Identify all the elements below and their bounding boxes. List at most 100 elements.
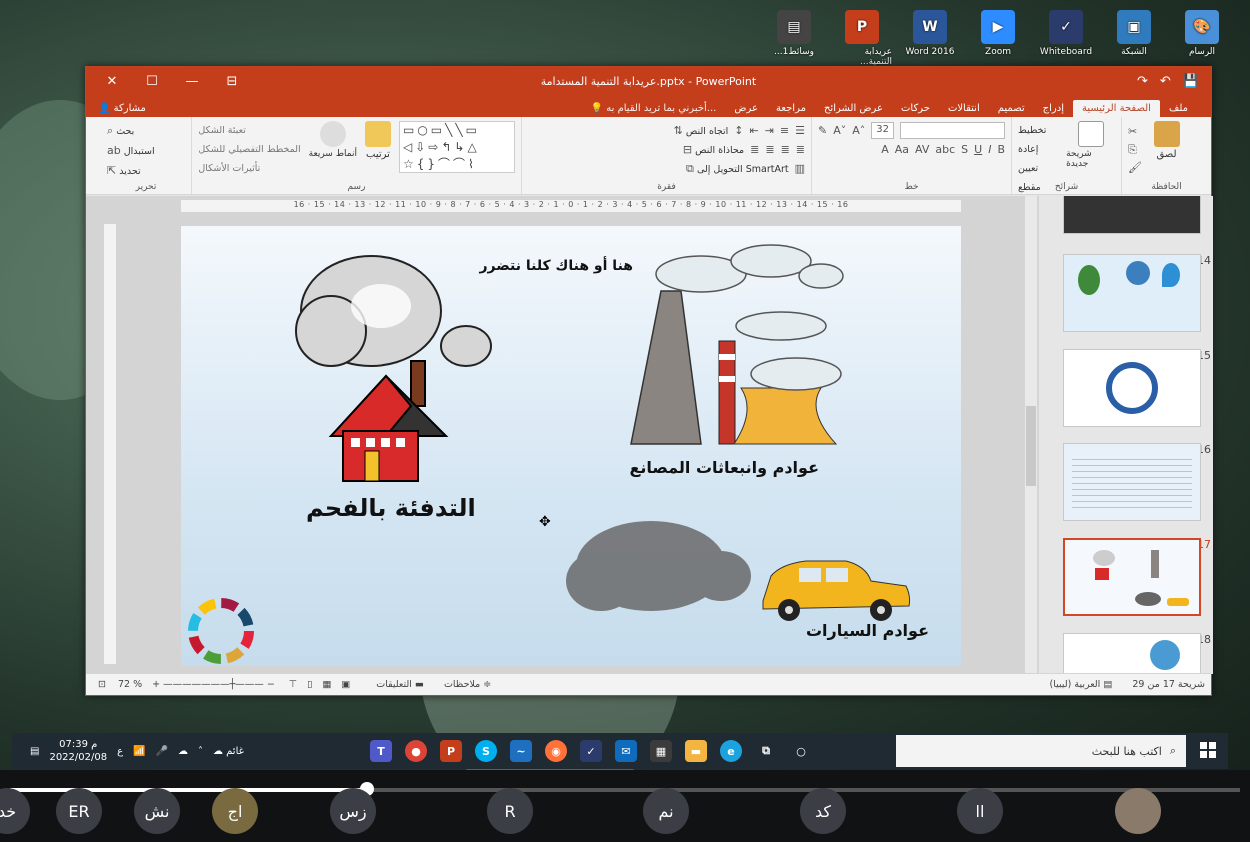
shrink-font-icon[interactable]: A˅ — [833, 124, 846, 137]
shape-effects-button[interactable]: تأثيرات الأشكال — [198, 159, 300, 178]
desktop-icon[interactable]: ✓ Whiteboard — [1036, 10, 1096, 67]
scrollbar-thumb[interactable] — [1026, 406, 1036, 486]
cut-icon[interactable]: ✂ — [1128, 125, 1137, 138]
text-direction-button[interactable]: ⇅ اتجاه النص — [674, 124, 729, 137]
skype-icon[interactable]: S — [475, 740, 497, 762]
whiteboard-app-icon[interactable]: ✓ — [580, 740, 602, 762]
mail-icon[interactable]: ✉ — [615, 740, 637, 762]
close-button[interactable]: ✕ — [92, 67, 132, 95]
current-slide[interactable]: هنا أو هناك كلنا نتضرر عوادم وانبعاثات ا… — [181, 226, 961, 666]
char-spacing-icon[interactable]: AV — [915, 143, 929, 156]
onedrive-icon[interactable]: ☁ — [178, 746, 188, 757]
desktop-icon[interactable]: ▤ وسائط1... — [764, 10, 824, 67]
clock[interactable]: 07:39 م 2022/02/08 — [49, 738, 107, 764]
cortana-icon[interactable]: ○ — [790, 740, 812, 762]
desktop-icon[interactable]: P عريدابة التنمية... — [832, 10, 892, 67]
minimize-button[interactable]: — — [172, 67, 212, 95]
taskbar-search[interactable]: ⌕ اكتب هنا للبحث — [896, 735, 1186, 767]
edge-icon[interactable]: e — [720, 740, 742, 762]
align-right-icon[interactable]: ≣ — [796, 143, 805, 156]
font-size-box[interactable]: 32 — [871, 122, 895, 139]
whiteboard-icon[interactable]: ~ — [510, 740, 532, 762]
tab-home[interactable]: الصفحة الرئيسية — [1072, 100, 1160, 117]
align-center-icon[interactable]: ≣ — [781, 143, 790, 156]
reading-view-icon[interactable]: ▯ — [307, 679, 322, 690]
tab-transitions[interactable]: انتقالات — [939, 100, 989, 117]
powerpoint-icon[interactable]: P — [440, 740, 462, 762]
bullets-icon[interactable]: ☰ — [795, 124, 805, 137]
desktop-icon[interactable]: ▶ Zoom — [968, 10, 1028, 67]
tab-file[interactable]: ملف — [1160, 100, 1197, 117]
tab-animations[interactable]: حركات — [892, 100, 939, 117]
slideshow-view-icon[interactable]: ⊤ — [289, 679, 307, 690]
language-indicator[interactable]: العربية (ليبيا) ▤ — [1050, 679, 1113, 690]
tab-design[interactable]: تصميم — [989, 100, 1034, 117]
firefox-icon[interactable]: ◉ — [545, 740, 567, 762]
thumbnail-13[interactable] — [1063, 196, 1201, 234]
redo-button[interactable]: ↷ — [1137, 74, 1148, 89]
thumbnail-15[interactable] — [1063, 349, 1201, 427]
slide-scrollbar[interactable] — [1025, 196, 1037, 674]
tab-review[interactable]: مراجعة — [767, 100, 815, 117]
align-text-button[interactable]: ⊟ محاذاة النص — [683, 143, 744, 156]
share-button[interactable]: 👤 مشاركة — [98, 103, 146, 114]
layout-button[interactable]: تخطيط — [1018, 121, 1060, 140]
undo-button[interactable]: ↶ — [1160, 74, 1171, 89]
notifications-icon[interactable]: ▤ — [30, 746, 39, 757]
clear-format-icon[interactable]: ✎ — [818, 124, 827, 137]
thumbnail-14[interactable] — [1063, 254, 1201, 332]
wifi-icon[interactable]: 📶 — [133, 746, 145, 757]
shape-fill-button[interactable]: تعبئة الشكل — [198, 121, 300, 140]
smartart-button[interactable]: ⧉ التحويل إلى SmartArt — [686, 162, 789, 176]
sorter-view-icon[interactable]: ▦ — [322, 679, 341, 690]
participant-avatar[interactable]: نم — [643, 788, 689, 834]
playback-progress[interactable] — [10, 782, 1240, 796]
bold-icon[interactable]: B — [997, 143, 1005, 156]
reset-button[interactable]: إعادة تعيين — [1018, 140, 1060, 178]
windows-start-icon[interactable] — [1200, 742, 1216, 758]
participant-avatar[interactable]: خد — [0, 788, 30, 834]
desktop-icon[interactable]: ▣ الشبكة — [1104, 10, 1164, 67]
columns-icon[interactable]: ▥ — [795, 162, 805, 175]
restore-button[interactable]: ☐ — [132, 67, 172, 95]
desktop-icon[interactable]: W Word 2016 — [900, 10, 960, 67]
thumbnail-18[interactable] — [1063, 633, 1201, 674]
microphone-icon[interactable]: 🎤 — [156, 746, 168, 757]
comments-button[interactable]: التعليقات ▬ — [376, 679, 424, 690]
teams-icon[interactable]: T — [370, 740, 392, 762]
indent-icon[interactable]: ⇥ — [765, 124, 774, 137]
tell-me-box[interactable]: 💡 أخبرني بما تريد القيام به... — [582, 100, 726, 117]
copy-icon[interactable]: ⎘ — [1128, 143, 1137, 156]
tab-slideshow[interactable]: عرض الشرائح — [815, 100, 892, 117]
fit-slide-icon[interactable]: ⊡ — [98, 679, 106, 690]
find-button[interactable]: ⌕ بحث — [107, 121, 185, 141]
shapes-gallery[interactable]: ▭○▭╲╲▭ ◁⇩⇨↰↳△ ☆{}⌒⌒⌇ — [399, 121, 515, 173]
shape-outline-button[interactable]: المخطط التفصيلي للشكل — [198, 140, 300, 159]
align-left-icon[interactable]: ≣ — [765, 143, 774, 156]
participant-avatar[interactable]: ER — [56, 788, 102, 834]
notes-button[interactable]: ملاحظات ≑ — [444, 679, 491, 690]
select-button[interactable]: ⇱ تحديد — [107, 161, 185, 181]
strikethrough-icon[interactable]: abc — [935, 143, 955, 156]
desktop-icon[interactable]: 🎨 الرسام — [1172, 10, 1232, 67]
chrome-icon[interactable]: ● — [405, 740, 427, 762]
file-explorer-icon[interactable]: ▬ — [685, 740, 707, 762]
thumbnail-16[interactable] — [1063, 443, 1201, 521]
zoom-slider[interactable]: + ———————┼——— − — [152, 679, 275, 690]
outdent-icon[interactable]: ⇤ — [749, 124, 758, 137]
font-name-box[interactable] — [900, 122, 1005, 139]
save-button[interactable]: 💾 — [1183, 74, 1199, 89]
format-painter-icon[interactable]: 🖌 — [1128, 161, 1142, 174]
task-view-icon[interactable]: ⧉ — [755, 740, 777, 762]
weather-widget[interactable]: ☁ غائم — [213, 746, 244, 757]
underline-icon[interactable]: U — [974, 143, 982, 156]
participant-avatar[interactable]: R — [487, 788, 533, 834]
italic-icon[interactable]: I — [988, 143, 991, 156]
store-icon[interactable]: ▦ — [650, 740, 672, 762]
quick-styles-button[interactable]: أنماط سريعة — [309, 121, 357, 159]
chevron-up-icon[interactable]: ˄ — [198, 746, 203, 757]
justify-icon[interactable]: ≣ — [750, 143, 759, 156]
numbering-icon[interactable]: ≡ — [780, 124, 789, 137]
tab-view[interactable]: عرض — [725, 100, 767, 117]
participant-avatar[interactable]: اا — [957, 788, 1003, 834]
